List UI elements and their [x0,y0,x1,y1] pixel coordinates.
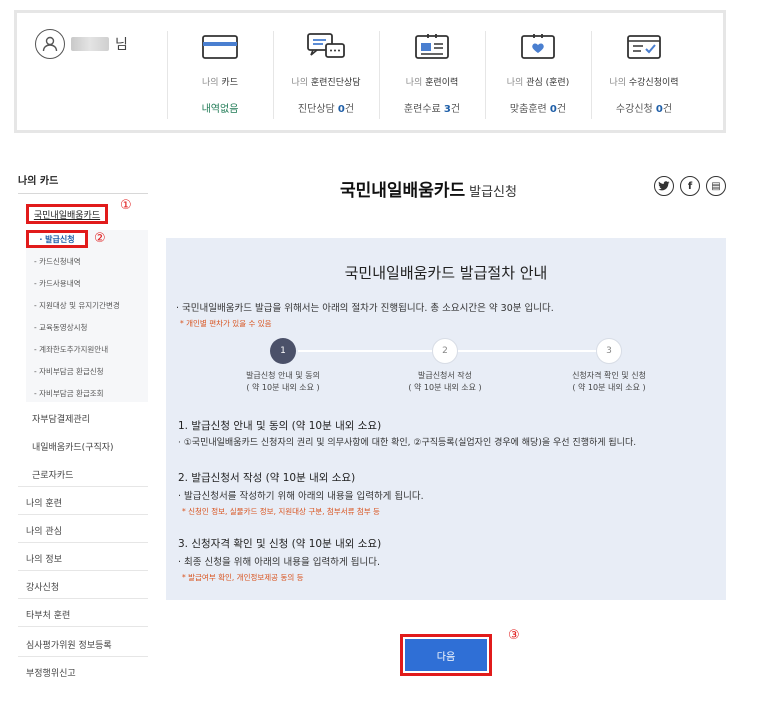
section-1-heading: 1. 발급신청 안내 및 동의 (약 10분 내외 소요) [178,420,382,432]
section-2-desc: · 발급신청서를 작성하기 위해 아래의 내용을 입력하게 됩니다. [178,491,424,502]
checklist-icon [591,31,697,63]
card-icon [167,31,273,63]
stat-value: 수강신청 0건 [615,104,673,115]
sidebar-sub-item[interactable]: - 카드사용내역 [34,278,81,289]
step-3-text: 신청자격 확인 및 신청( 약 10분 내외 소요 ) [572,371,646,392]
divider [18,514,148,515]
user-suffix: 님 [115,37,128,53]
marker-3: ③ [508,628,520,643]
divider [18,626,148,627]
sidebar-item-report[interactable]: 부정행위신고 [18,666,148,679]
stat-my-card[interactable]: 나의 카드 내역없음 [167,31,273,119]
sidebar-sub-item[interactable]: - 계좌한도추가지원안내 [34,344,108,355]
panel-title: 국민내일배움카드 발급절차 안내 [344,264,548,282]
divider [18,598,148,599]
sidebar-item-training[interactable]: 나의 훈련 [18,496,148,509]
user-name-redacted [71,37,109,51]
sidebar-sub-item[interactable]: - 자비부담금 환급조회 [34,388,104,399]
sidebar-sub-item[interactable]: - 자비부담금 환급신청 [34,366,104,377]
section-2-note: * 신청인 정보, 실물카드 정보, 지원대상 구분, 첨부서류 첨부 등 [182,507,380,516]
section-2-heading: 2. 발급신청서 작성 (약 10분 내외 소요) [178,472,356,484]
facebook-share-icon[interactable]: f [680,176,700,196]
stat-enrollment-history[interactable]: 나의 수강신청이력 수강신청 0건 [591,31,697,119]
sidebar: 나의 카드 국민내일배움카드 · 발급신청 - 카드신청내역 - 카드사용내역 … [18,172,148,679]
sidebar-item-other-ministry[interactable]: 타부처 훈련 [18,608,148,621]
stat-value: 훈련수료 3건 [403,104,461,115]
history-icon [379,31,485,63]
sidebar-sub-apply[interactable]: · 발급신청 [26,230,88,248]
panel-intro-note: * 개인별 편차가 있을 수 있음 [180,319,272,328]
section-3-note: * 발급여부 확인, 개인정보제공 동의 등 [182,573,304,582]
sidebar-item-info[interactable]: 나의 정보 [18,552,148,565]
chat-icon [273,31,379,63]
section-1-desc: · ①국민내일배움카드 신청자의 권리 및 의무사항에 대한 확인, ②구직등록… [178,438,637,448]
divider [18,486,148,487]
sidebar-head[interactable]: 나의 카드 [18,172,148,194]
sidebar-group-item[interactable]: 근로자카드 [18,468,148,481]
my-summary-box: 님 나의 카드 내역없음 나의 훈련진단상담 진단상담 0건 나의 훈련이력 훈… [14,10,726,133]
marker-2: ② [94,231,106,246]
stat-interest[interactable]: 나의 관심 (훈련) 맞춤훈련 0건 [485,31,591,119]
sidebar-item-card[interactable]: 국민내일배움카드 [26,204,108,224]
sidebar-group-item[interactable]: 자부담결제관리 [18,412,148,425]
step-2-text: 발급신청서 작성( 약 10분 내외 소요 ) [408,371,482,392]
procedure-panel: 국민내일배움카드 발급절차 안내 · 국민내일배움카드 발급을 위해서는 아래의… [166,238,726,600]
section-3-desc: · 최종 신청을 위해 아래의 내용을 입력하게 됩니다. [178,557,380,568]
print-icon[interactable]: ▤ [706,176,726,196]
section-3-heading: 3. 신청자격 확인 및 신청 (약 10분 내외 소요) [178,538,382,550]
step-2-circle: 2 [432,338,458,364]
sidebar-sub-item[interactable]: - 지원대상 및 유지기간변경 [34,300,120,311]
marker-1: ① [120,198,132,213]
step-3-circle: 3 [596,338,622,364]
user-info: 님 [35,29,128,59]
heart-doc-icon [485,31,591,63]
step-1-circle: 1 [270,338,296,364]
sidebar-sub-item[interactable]: - 교육동영상시청 [34,322,87,333]
sidebar-item-evaluator[interactable]: 심사평가위원 정보등록 [18,638,148,651]
user-avatar-icon [35,29,65,59]
stat-counseling[interactable]: 나의 훈련진단상담 진단상담 0건 [273,31,379,119]
next-button-highlight: 다음 [400,634,492,676]
stat-training-history[interactable]: 나의 훈련이력 훈련수료 3건 [379,31,485,119]
step-1-text: 발급신청 안내 및 동의( 약 10분 내외 소요 ) [246,371,320,392]
divider [18,570,148,571]
divider [18,542,148,543]
twitter-share-icon[interactable] [654,176,674,196]
stat-value: 맞춤훈련 0건 [509,104,567,115]
sidebar-sub-item[interactable]: - 카드신청내역 [34,256,81,267]
sidebar-item-interest[interactable]: 나의 관심 [18,524,148,537]
stat-value: 내역없음 [201,104,239,115]
page-title: 국민내일배움카드 발급신청 [340,181,517,201]
sidebar-item-instructor[interactable]: 강사신청 [18,580,148,593]
next-button[interactable]: 다음 [405,639,487,671]
stat-value: 진단상담 0건 [297,104,355,115]
sidebar-group-item[interactable]: 내일배움카드(구직자) [18,440,148,453]
panel-intro: · 국민내일배움카드 발급을 위해서는 아래의 절차가 진행됩니다. 총 소요시… [176,303,554,314]
divider [18,656,148,657]
